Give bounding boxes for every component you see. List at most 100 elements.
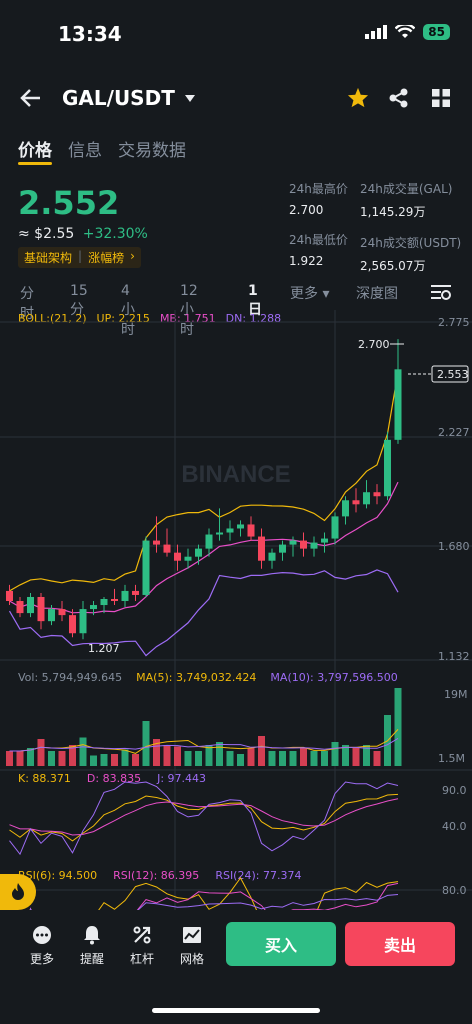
- candle-body: [331, 516, 339, 539]
- volume-bar: [216, 742, 223, 766]
- leverage-label: 杠杆: [129, 952, 154, 966]
- candle-body: [247, 524, 255, 537]
- candle-body: [111, 598, 118, 602]
- candle-body: [142, 540, 150, 595]
- sell-button[interactable]: 卖出: [345, 922, 455, 966]
- candle-body: [132, 590, 139, 595]
- volume-bar: [331, 742, 339, 766]
- volume-bar: [163, 745, 171, 766]
- pair-name: GAL/USDT: [62, 86, 175, 110]
- candle-body: [373, 492, 381, 497]
- candle-body: [258, 536, 265, 561]
- volume-bar: [111, 754, 118, 766]
- volume-bar: [6, 751, 13, 766]
- candle-body: [384, 439, 391, 497]
- candle-body: [363, 492, 370, 505]
- stats-right: 24h成交量(GAL) 1,145.29万 24h成交额(USDT) 2,565…: [360, 180, 461, 274]
- tick-2227: 2.227: [438, 426, 470, 439]
- interval-more[interactable]: 更多 ▾: [290, 283, 329, 303]
- volume-value: 1,145.29万: [360, 205, 426, 219]
- tick-1132: 1.132: [438, 650, 470, 663]
- high-label: 24h最高价: [289, 182, 348, 196]
- grid-menu-icon[interactable]: [432, 89, 450, 107]
- more-dots-icon: [33, 926, 51, 944]
- caret-down-icon: [184, 94, 195, 102]
- high-marker: 2.700: [358, 338, 390, 351]
- volume-ma5-line: [9, 729, 399, 754]
- candle-body: [153, 540, 160, 545]
- grid-trading-button[interactable]: 网格: [172, 924, 212, 967]
- grid-bot-icon: [183, 927, 201, 943]
- alert-button[interactable]: 提醒: [72, 924, 112, 967]
- leverage-button[interactable]: 杠杆: [122, 924, 162, 967]
- tag-gainers: 涨幅榜: [88, 251, 125, 265]
- candle-body: [79, 609, 87, 634]
- volume-bar: [268, 751, 276, 766]
- rsi-12-line: [29, 882, 399, 910]
- depth-chart-tab[interactable]: 深度图: [356, 283, 398, 303]
- quick-action-button[interactable]: [0, 874, 36, 910]
- volume-bar: [247, 748, 255, 766]
- tick-1680: 1.680: [438, 540, 470, 553]
- wifi-icon: [395, 25, 416, 38]
- volume-bar: [394, 688, 402, 766]
- share-icon[interactable]: [389, 88, 409, 108]
- rsi-tick-80: 80.0: [442, 884, 467, 897]
- candle-body: [226, 528, 234, 533]
- candle-body: [352, 500, 360, 505]
- volume-bar: [100, 754, 108, 766]
- volume-bar: [58, 751, 66, 766]
- volume-bar: [373, 751, 381, 766]
- candle-body: [58, 609, 66, 616]
- tab-price[interactable]: 价格: [18, 136, 52, 161]
- volume-bar: [79, 737, 87, 766]
- kdj-tick-40: 40.0: [442, 820, 467, 833]
- candle-body: [27, 596, 34, 614]
- candle-body: [121, 590, 129, 602]
- tab-info[interactable]: 信息: [68, 136, 102, 161]
- amount-value: 2,565.07万: [360, 259, 426, 273]
- candle-body: [90, 605, 97, 610]
- tick-2775: 2.775: [438, 316, 470, 329]
- kline-chart[interactable]: BINANCE 2.775 2.227 1.680 1.132 2.700 1.…: [0, 310, 472, 910]
- low-value: 1.922: [289, 254, 324, 268]
- volume-bar: [142, 721, 150, 766]
- pair-selector[interactable]: GAL/USDT: [62, 86, 195, 110]
- volume-bar: [90, 755, 97, 766]
- candle-body: [342, 500, 349, 517]
- volume-bar: [289, 751, 297, 766]
- star-icon[interactable]: [347, 87, 369, 108]
- grid-label: 网格: [179, 952, 204, 966]
- volume-bar: [184, 751, 192, 766]
- tab-underline: [18, 162, 52, 165]
- last-price: 2.552: [18, 184, 120, 222]
- caret-down-icon: ▾: [322, 286, 330, 302]
- page-tabs: 价格 信息 交易数据: [18, 136, 186, 161]
- candle-body: [268, 552, 276, 561]
- candle-body: [237, 524, 244, 529]
- vol-tick-19m: 19M: [444, 688, 468, 701]
- volume-bar: [121, 749, 129, 766]
- kdj-tick-90: 90.0: [442, 784, 467, 797]
- volume-bar: [132, 754, 139, 766]
- volume-bar: [300, 748, 307, 766]
- boll-lower-line: [8, 569, 399, 657]
- chart-settings-icon[interactable]: [431, 283, 451, 301]
- tab-trade-data[interactable]: 交易数据: [118, 136, 186, 161]
- signal-icon: [365, 25, 388, 39]
- volume-bar: [279, 751, 286, 766]
- back-arrow-icon[interactable]: [20, 88, 42, 108]
- candle-body: [300, 540, 307, 549]
- volume-bar: [174, 746, 181, 766]
- candle-body: [174, 552, 181, 561]
- more-button[interactable]: 更多: [22, 924, 62, 967]
- status-time: 13:34: [58, 22, 122, 46]
- stats-left: 24h最高价 2.700 24h最低价 1.922: [289, 180, 348, 268]
- tag-row[interactable]: 基础架构 | 涨幅榜 ›: [18, 247, 141, 268]
- candle-body: [37, 596, 45, 622]
- candle-body: [321, 538, 328, 543]
- volume-bar: [258, 736, 265, 766]
- candle-body: [69, 615, 76, 634]
- buy-button[interactable]: 买入: [226, 922, 336, 966]
- candle-body: [216, 532, 223, 535]
